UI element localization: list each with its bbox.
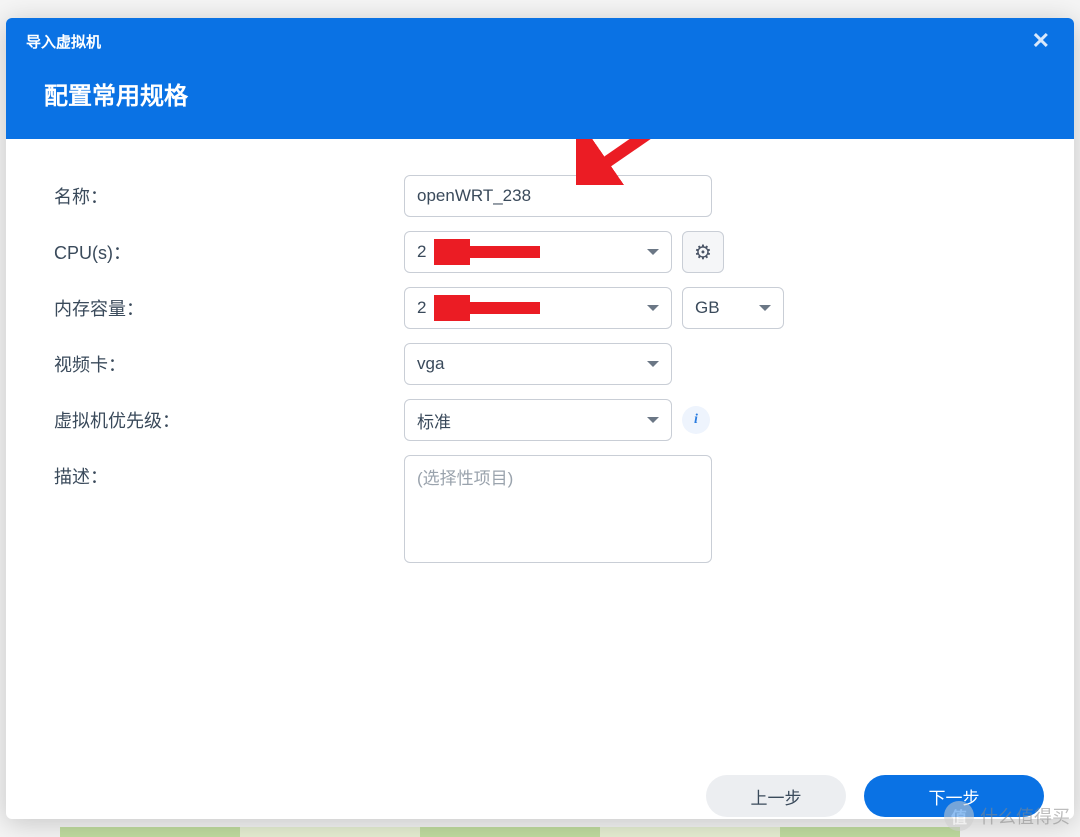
- priority-value: 标准: [417, 408, 451, 433]
- gear-icon: ⚙: [694, 240, 712, 265]
- label-description: 描述：: [54, 455, 404, 489]
- titlebar: 导入虚拟机 ✕: [6, 18, 1074, 62]
- import-vm-dialog: 导入虚拟机 ✕ 配置常用规格 名称： CPU(s)： 2: [6, 18, 1074, 819]
- back-button[interactable]: 上一步: [706, 775, 846, 817]
- form-content: 名称： CPU(s)： 2 ⚙: [6, 139, 1074, 775]
- row-memory: 内存容量： 2 GB: [54, 287, 1026, 329]
- priority-info-button[interactable]: i: [682, 406, 710, 434]
- row-video: 视频卡： vga: [54, 343, 1026, 385]
- label-memory: 内存容量：: [54, 287, 404, 321]
- row-description: 描述：: [54, 455, 1026, 563]
- chevron-down-icon: [647, 417, 659, 423]
- memory-unit: GB: [695, 298, 720, 318]
- video-value: vga: [417, 354, 444, 374]
- video-select[interactable]: vga: [404, 343, 672, 385]
- cpu-value: 2: [417, 242, 426, 262]
- dialog-subtitle: 配置常用规格: [6, 62, 1074, 139]
- chevron-down-icon: [647, 361, 659, 367]
- dialog-title: 导入虚拟机: [26, 31, 101, 52]
- memory-select[interactable]: 2: [404, 287, 672, 329]
- dialog-header: 导入虚拟机 ✕ 配置常用规格: [6, 18, 1074, 139]
- row-priority: 虚拟机优先级： 标准 i: [54, 399, 1026, 441]
- dialog-footer: 上一步 下一步: [6, 775, 1074, 819]
- close-icon[interactable]: ✕: [1026, 26, 1056, 56]
- next-button[interactable]: 下一步: [864, 775, 1044, 817]
- background-strip: [60, 827, 960, 837]
- row-name: 名称：: [54, 175, 1026, 217]
- label-priority: 虚拟机优先级：: [54, 399, 404, 433]
- memory-value: 2: [417, 298, 426, 318]
- row-cpu: CPU(s)： 2 ⚙: [54, 231, 1026, 273]
- chevron-down-icon: [647, 249, 659, 255]
- chevron-down-icon: [759, 305, 771, 311]
- cpu-settings-button[interactable]: ⚙: [682, 231, 724, 273]
- label-video: 视频卡：: [54, 343, 404, 377]
- cpu-select[interactable]: 2: [404, 231, 672, 273]
- info-icon: i: [694, 412, 698, 428]
- memory-unit-select[interactable]: GB: [682, 287, 784, 329]
- label-name: 名称：: [54, 175, 404, 209]
- priority-select[interactable]: 标准: [404, 399, 672, 441]
- name-input[interactable]: [404, 175, 712, 217]
- label-cpu: CPU(s)：: [54, 231, 404, 265]
- description-textarea[interactable]: [404, 455, 712, 563]
- chevron-down-icon: [647, 305, 659, 311]
